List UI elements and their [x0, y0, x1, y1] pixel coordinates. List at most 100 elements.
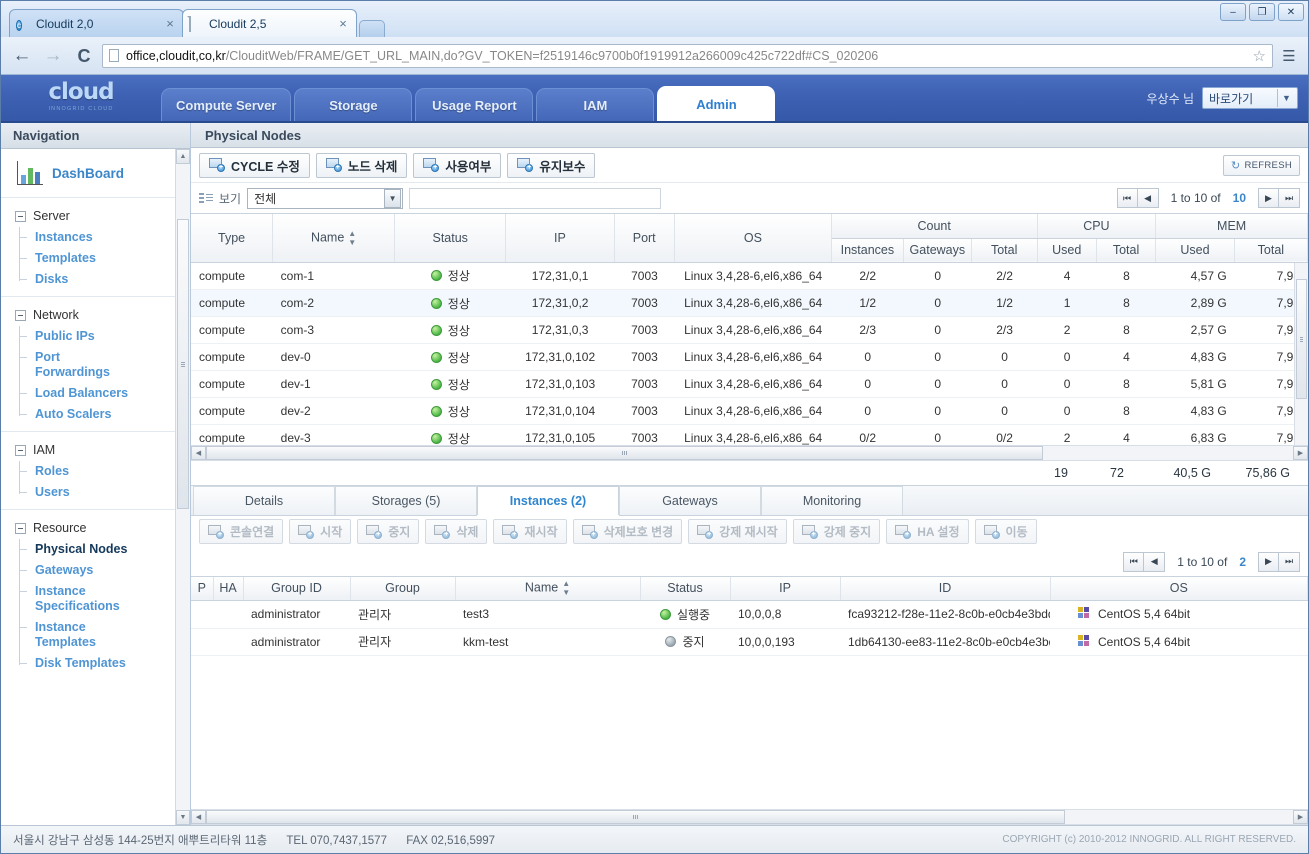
refresh-button[interactable]: ↻ REFRESH [1222, 154, 1300, 176]
forward-icon[interactable]: → [40, 43, 66, 69]
migrate-button[interactable]: + 이동 [974, 519, 1037, 544]
filter-search-input[interactable] [409, 187, 662, 209]
nodes-grid-hscrollbar[interactable]: ◀ ▶ [191, 444, 1308, 461]
nav-tab-iam[interactable]: IAM [536, 88, 655, 121]
col-mem-used[interactable]: Used [1155, 238, 1235, 263]
instances-pager-first-button[interactable]: ⏮ [1123, 551, 1145, 572]
shortcut-select[interactable]: 바로가기 ▼ [1202, 87, 1298, 109]
filter-select[interactable]: 전체 ▼ [247, 187, 404, 209]
col-instance-status[interactable]: Status [640, 576, 731, 601]
table-row[interactable]: compute com-1 정상 172,31,0,1 7003 Linux 3… [191, 262, 1308, 290]
collapse-icon[interactable] [15, 309, 26, 321]
collapse-icon[interactable] [15, 210, 26, 222]
console-connect-button[interactable]: + 콘솔연결 [199, 519, 284, 544]
browser-tab-1[interactable]: c Cloudit 2,0 × [9, 9, 184, 37]
instances-pager-last-button[interactable]: ⏭ [1279, 551, 1300, 572]
tab-monitoring[interactable]: Monitoring [761, 485, 903, 515]
ha-setting-button[interactable]: + HA 설정 [886, 519, 969, 544]
col-instance-os[interactable]: OS [1050, 576, 1308, 601]
col-count-instances[interactable]: Instances [831, 238, 904, 263]
instances-grid-hscrollbar[interactable]: ◀ ▶ [191, 809, 1308, 825]
browser-tab-2[interactable]: Cloudit 2,5 × [182, 9, 357, 37]
sidebar-scrollbar[interactable]: ▲ ▼ [175, 149, 190, 825]
col-count-total[interactable]: Total [971, 238, 1038, 263]
col-type[interactable]: Type [191, 214, 274, 263]
sidebar-item-instances[interactable]: Instances [19, 227, 176, 248]
col-count-gateways[interactable]: Gateways [903, 238, 972, 263]
cloudit-logo[interactable]: cloud INNOGRID CLOUD [1, 73, 161, 121]
sidebar-item-load-balancers[interactable]: Load Balancers [19, 383, 176, 404]
reload-icon[interactable]: C [71, 43, 97, 69]
stop-button[interactable]: + 중지 [357, 519, 420, 544]
hscroll-track[interactable] [206, 810, 1293, 824]
pager-prev-button[interactable]: ◀ [1137, 188, 1159, 208]
sidebar-group-iam-header[interactable]: IAM [1, 440, 176, 461]
col-instance-name[interactable]: Name ▲ ▼ [455, 576, 641, 601]
instances-grid-hscroll-thumb[interactable] [206, 810, 1065, 824]
sidebar-item-gateways[interactable]: Gateways [19, 560, 176, 581]
bookmark-star-icon[interactable]: ☆ [1253, 47, 1266, 65]
scroll-down-icon[interactable]: ▼ [176, 810, 190, 825]
tab-instances[interactable]: Instances (2) [477, 485, 619, 515]
table-row[interactable]: administrator 관리자 kkm-test 중지 10,0,0,193… [191, 628, 1308, 656]
sidebar-item-users[interactable]: Users [19, 482, 176, 503]
tab-gateways[interactable]: Gateways [619, 485, 761, 515]
col-cpu-total[interactable]: Total [1096, 238, 1157, 263]
sidebar-item-instance-templates[interactable]: Instance Templates [19, 617, 104, 653]
col-cpu-used[interactable]: Used [1037, 238, 1097, 263]
scroll-up-icon[interactable]: ▲ [176, 149, 190, 164]
col-os[interactable]: OS [674, 214, 832, 263]
minimize-button[interactable]: – [1220, 3, 1246, 21]
scroll-right-icon[interactable]: ▶ [1293, 445, 1308, 460]
table-row[interactable]: compute dev-3 정상 172,31,0,105 7003 Linux… [191, 424, 1308, 445]
col-port[interactable]: Port [614, 214, 675, 263]
close-button[interactable]: ✕ [1278, 3, 1304, 21]
col-p[interactable]: P [191, 576, 214, 601]
nav-tab-admin[interactable]: Admin [657, 86, 776, 121]
new-tab-button[interactable] [359, 20, 385, 37]
restart-button[interactable]: + 재시작 [493, 519, 567, 544]
nav-tab-storage[interactable]: Storage [294, 88, 413, 121]
col-ip[interactable]: IP [505, 214, 615, 263]
pager-first-button[interactable]: ⏮ [1116, 188, 1138, 208]
pager-last-button[interactable]: ⏭ [1279, 188, 1300, 208]
hscroll-track[interactable] [206, 445, 1293, 460]
nodes-grid-vscroll-thumb[interactable] [1296, 278, 1307, 399]
nodes-grid-vscrollbar[interactable] [1294, 262, 1308, 445]
col-instance-id[interactable]: ID [840, 576, 1051, 601]
force-restart-button[interactable]: + 강제 재시작 [688, 519, 787, 544]
sidebar-item-public-ips[interactable]: Public IPs [19, 326, 176, 347]
node-enable-button[interactable]: + 사용여부 [413, 152, 502, 178]
col-group-id[interactable]: Group ID [243, 576, 351, 601]
delete-protection-button[interactable]: + 삭제보호 변경 [572, 519, 683, 544]
nodes-grid-hscroll-thumb[interactable] [206, 445, 1043, 460]
sidebar-group-server-header[interactable]: Server [1, 206, 176, 227]
table-row[interactable]: administrator 관리자 test3 실행중 10,0,0,8 fca… [191, 601, 1308, 629]
delete-button[interactable]: + 삭제 [425, 519, 488, 544]
pager-next-button[interactable]: ▶ [1258, 188, 1279, 208]
browser-tab-1-close-icon[interactable]: × [163, 17, 177, 30]
sidebar-item-disks[interactable]: Disks [19, 269, 176, 290]
col-instance-ip[interactable]: IP [730, 576, 841, 601]
address-bar[interactable]: office,cloudit,co,kr /ClouditWeb/FRAME/G… [102, 43, 1273, 68]
col-name[interactable]: Name ▲ ▼ [272, 214, 396, 263]
nav-tab-compute-server[interactable]: Compute Server [161, 88, 292, 121]
sidebar-item-dashboard[interactable]: DashBoard [1, 149, 176, 198]
scroll-left-icon[interactable]: ◀ [191, 810, 206, 824]
collapse-icon[interactable] [15, 444, 26, 456]
collapse-icon[interactable] [15, 522, 26, 534]
sidebar-item-roles[interactable]: Roles [19, 461, 176, 482]
table-row[interactable]: compute com-2 정상 172,31,0,2 7003 Linux 3… [191, 289, 1308, 317]
sidebar-item-physical-nodes[interactable]: Physical Nodes [19, 539, 176, 560]
col-status[interactable]: Status [394, 214, 507, 263]
back-icon[interactable]: ← [9, 43, 35, 69]
sidebar-group-resource-header[interactable]: Resource [1, 518, 176, 539]
node-delete-button[interactable]: + 노드 삭제 [315, 152, 408, 178]
sidebar-item-port-forwardings[interactable]: Port Forwardings [19, 347, 116, 383]
col-group[interactable]: Group [350, 576, 456, 601]
table-row[interactable]: compute dev-2 정상 172,31,0,104 7003 Linux… [191, 397, 1308, 425]
sidebar-scroll-thumb[interactable] [177, 219, 189, 509]
col-ha[interactable]: HA [213, 576, 244, 601]
col-mem-total[interactable]: Total [1234, 238, 1308, 263]
table-row[interactable]: compute dev-0 정상 172,31,0,102 7003 Linux… [191, 343, 1308, 371]
